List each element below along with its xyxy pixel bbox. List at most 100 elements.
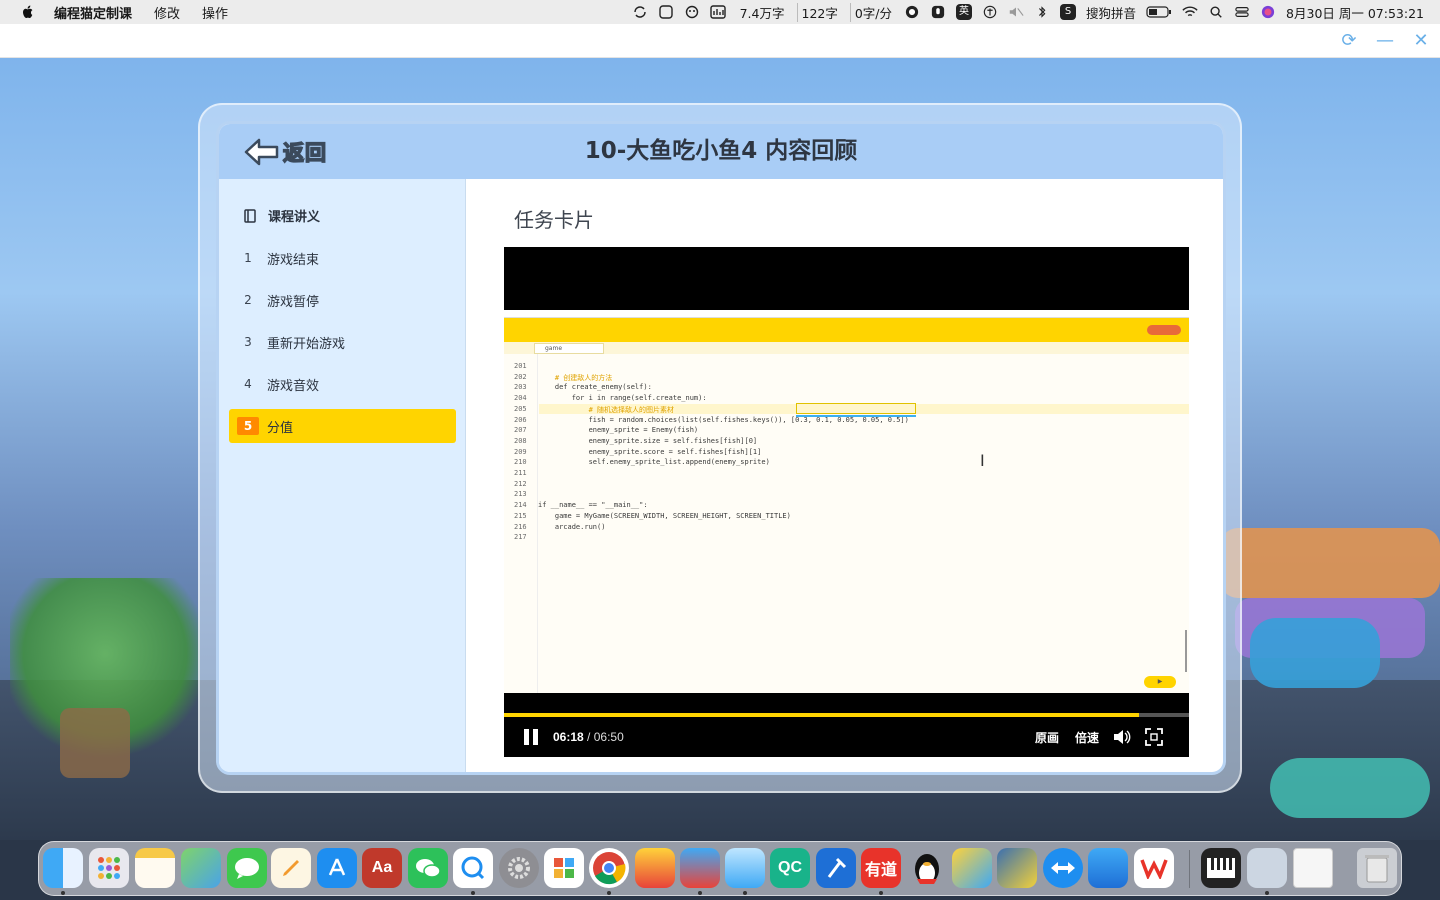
quicknote-icon[interactable] bbox=[658, 5, 674, 19]
trash-icon[interactable] bbox=[1357, 848, 1397, 888]
siri-icon[interactable] bbox=[1260, 5, 1276, 19]
ide-code-line: def create_enemy(self): bbox=[538, 383, 652, 392]
app-store-icon[interactable] bbox=[317, 848, 357, 888]
wps-w-icon bbox=[1140, 859, 1168, 879]
review-panel: 10-大鱼吃小鱼4 内容回顾 返回 课程讲义 1 游戏结束 2 游戏暂停 3 重… bbox=[216, 121, 1226, 775]
wifi-icon[interactable] bbox=[1182, 5, 1198, 19]
xcode-icon[interactable] bbox=[816, 848, 856, 888]
sidebar-item-num: 1 bbox=[244, 251, 252, 265]
scene-pot bbox=[60, 708, 130, 778]
ime-english-badge[interactable]: 英 bbox=[956, 4, 973, 20]
codemao-course-icon[interactable] bbox=[680, 848, 720, 888]
sogou-label[interactable]: 搜狗拼音 bbox=[1086, 3, 1136, 22]
accessibility-icon[interactable] bbox=[982, 5, 998, 19]
microphone-icon[interactable] bbox=[930, 5, 946, 19]
ide-line-number: 203 bbox=[514, 383, 527, 392]
menu-app-name[interactable]: 编程猫定制课 bbox=[54, 3, 132, 22]
kiko-icon[interactable] bbox=[952, 848, 992, 888]
notes-icon[interactable] bbox=[135, 848, 175, 888]
video-progress-bar[interactable] bbox=[504, 713, 1189, 717]
sync-icon[interactable] bbox=[632, 5, 648, 19]
menubar-datetime[interactable]: 8月30日 周一 07:53:21 bbox=[1286, 3, 1424, 22]
battery-icon[interactable] bbox=[1146, 5, 1172, 19]
wps-icon[interactable] bbox=[1134, 848, 1174, 888]
codemao-app-icon[interactable] bbox=[635, 848, 675, 888]
penguin-icon bbox=[915, 854, 939, 884]
back-button[interactable]: 返回 bbox=[243, 136, 327, 168]
chart-icon[interactable] bbox=[709, 5, 726, 19]
minimize-icon[interactable]: — bbox=[1375, 31, 1395, 51]
ide-toolbar bbox=[504, 318, 1189, 342]
menu-action[interactable]: 操作 bbox=[202, 3, 228, 22]
sidebar-item-restart-game[interactable]: 3 重新开始游戏 bbox=[229, 325, 456, 359]
window-titlebar: ⟳ — ✕ bbox=[0, 24, 1440, 58]
qc-icon[interactable]: QC bbox=[770, 848, 810, 888]
ide-line-number: 202 bbox=[514, 372, 527, 381]
chrome-icon[interactable] bbox=[589, 848, 629, 888]
paint-icon[interactable] bbox=[544, 848, 584, 888]
wechat-bubbles-icon bbox=[416, 859, 441, 878]
ide-line-number: 208 bbox=[514, 436, 527, 445]
ide-line-number: 216 bbox=[514, 522, 527, 531]
sogou-icon[interactable]: S bbox=[1060, 4, 1077, 20]
ide-line-number: 211 bbox=[514, 469, 527, 477]
volume-icon[interactable] bbox=[1113, 729, 1131, 745]
pages-icon[interactable] bbox=[271, 848, 311, 888]
emoji-icon[interactable] bbox=[904, 5, 920, 19]
ide-line-number: 217 bbox=[514, 533, 527, 542]
sidebar-item-game-over[interactable]: 1 游戏结束 bbox=[229, 241, 456, 275]
fullscreen-icon[interactable] bbox=[1145, 728, 1163, 746]
menu-edit[interactable]: 修改 bbox=[154, 3, 180, 22]
keynote-icon[interactable] bbox=[1088, 848, 1128, 888]
preview-icon[interactable] bbox=[1247, 848, 1287, 888]
dock-running-dot bbox=[1265, 891, 1269, 895]
bluetooth-icon[interactable] bbox=[1034, 5, 1050, 19]
close-icon[interactable]: ✕ bbox=[1411, 31, 1431, 51]
robot-icon[interactable] bbox=[684, 5, 700, 19]
speed-button[interactable]: 倍速 bbox=[1075, 729, 1099, 746]
ide-code-line: arcade.run() bbox=[538, 522, 606, 531]
system-preferences-icon[interactable] bbox=[499, 848, 539, 888]
video-player[interactable]: game 201 202 # 创建敌人的方法 203 def create_enem… bbox=[504, 247, 1189, 757]
ide-code-line: enemy_sprite.size = self.fishes[fish][0] bbox=[538, 436, 758, 445]
stat-chars: 122字 bbox=[796, 2, 840, 22]
apple-icon[interactable] bbox=[20, 4, 36, 20]
ide-code-line: # 随机选择敌人的图片素材 bbox=[538, 405, 675, 414]
dictionary-icon[interactable]: Aa bbox=[362, 848, 402, 888]
qq-browser-icon[interactable] bbox=[453, 848, 493, 888]
wechat-icon[interactable] bbox=[408, 848, 448, 888]
control-center-icon[interactable] bbox=[1234, 5, 1250, 19]
qq-icon[interactable] bbox=[907, 848, 947, 888]
ide-window-strip bbox=[504, 310, 1189, 318]
codemao-python-icon[interactable] bbox=[725, 848, 765, 888]
ide-tab: game bbox=[534, 343, 604, 354]
ide-line-number: 212 bbox=[514, 479, 527, 488]
messages-icon[interactable] bbox=[227, 848, 267, 888]
maps-icon[interactable] bbox=[181, 848, 221, 888]
finder-icon[interactable] bbox=[43, 848, 83, 888]
video-total-time: 06:50 bbox=[593, 730, 624, 744]
piano-icon[interactable] bbox=[1201, 848, 1241, 888]
sidebar-item-game-pause[interactable]: 2 游戏暂停 bbox=[229, 283, 456, 317]
sidebar-item-num: 4 bbox=[244, 377, 252, 391]
python-launcher-icon[interactable] bbox=[997, 848, 1037, 888]
sidebar-item-game-sound[interactable]: 4 游戏音效 bbox=[229, 367, 456, 401]
page-title: 10-大鱼吃小鱼4 内容回顾 bbox=[584, 138, 858, 164]
teamviewer-icon[interactable] bbox=[1043, 848, 1083, 888]
pause-button[interactable] bbox=[522, 728, 540, 746]
trash-can-icon bbox=[1365, 855, 1389, 883]
document-icon[interactable] bbox=[1293, 848, 1333, 888]
ide-toolbar-button bbox=[1147, 325, 1181, 335]
dock-running-dot bbox=[743, 891, 747, 895]
mute-icon[interactable] bbox=[1008, 5, 1024, 19]
sidebar-item-score[interactable]: 5 分值 bbox=[229, 409, 456, 443]
youdao-icon[interactable]: 有道 bbox=[861, 848, 901, 888]
sidebar-item-num: 2 bbox=[244, 293, 252, 307]
ide-line-number: 209 bbox=[514, 447, 527, 456]
ide-highlight-underline bbox=[796, 415, 916, 417]
sidebar-item-num: 5 bbox=[237, 417, 259, 435]
launchpad-icon[interactable] bbox=[89, 848, 129, 888]
spotlight-search-icon[interactable] bbox=[1208, 5, 1224, 19]
refresh-icon[interactable]: ⟳ bbox=[1339, 31, 1359, 51]
quality-button[interactable]: 原画 bbox=[1035, 729, 1059, 746]
